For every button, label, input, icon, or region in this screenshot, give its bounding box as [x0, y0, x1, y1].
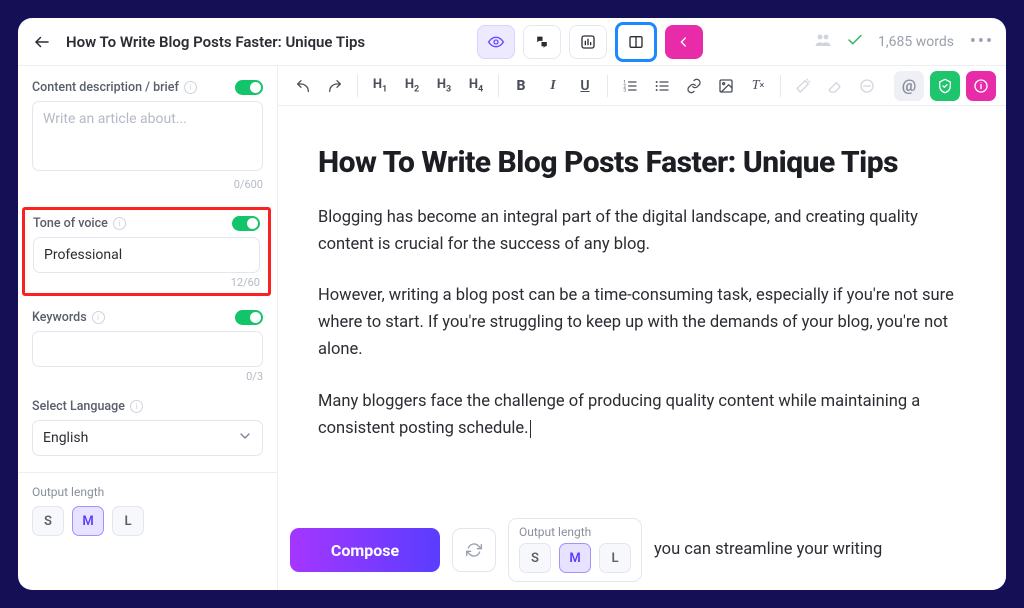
content-brief-field: Content description / brief i 0/600 — [32, 80, 263, 191]
tone-input[interactable] — [33, 237, 260, 273]
heading-1-button[interactable]: H1 — [365, 71, 395, 101]
compose-bar: Compose Output length S M L you can stre… — [278, 510, 1006, 590]
language-value: English — [43, 430, 88, 446]
tone-toggle[interactable] — [232, 216, 260, 231]
output-length-label: Output length — [32, 485, 263, 499]
analytics-button[interactable] — [569, 25, 607, 59]
heading-2-button[interactable]: H2 — [397, 71, 427, 101]
info-icon[interactable]: i — [92, 311, 105, 324]
doc-paragraph: However, writing a blog post can be a ti… — [318, 282, 966, 364]
image-button[interactable] — [711, 71, 741, 101]
italic-button[interactable]: I — [538, 71, 568, 101]
language-select[interactable]: English — [32, 420, 263, 456]
language-field: Select Language i English — [32, 399, 263, 456]
ai-mode-button[interactable] — [665, 25, 703, 59]
tone-highlight-box: Tone of voice i 12/60 — [22, 207, 271, 296]
comments-button[interactable] — [523, 25, 561, 59]
link-button[interactable] — [679, 71, 709, 101]
preview-button[interactable] — [477, 25, 515, 59]
keywords-label: Keywords — [32, 310, 87, 325]
info-icon[interactable]: i — [130, 400, 143, 413]
info-icon[interactable]: i — [113, 217, 126, 230]
keywords-toggle[interactable] — [235, 310, 263, 325]
doc-paragraph: Many bloggers face the challenge of prod… — [318, 388, 966, 442]
topbar: How To Write Blog Posts Faster: Unique T… — [18, 18, 1006, 66]
heading-3-button[interactable]: H3 — [429, 71, 459, 101]
heading-4-button[interactable]: H4 — [461, 71, 491, 101]
compose-button[interactable]: Compose — [290, 528, 440, 572]
word-count: 1,685 words — [878, 34, 954, 50]
unordered-list-button[interactable] — [647, 71, 677, 101]
page-title: How To Write Blog Posts Faster: Unique T… — [66, 33, 365, 51]
body-split: Content description / brief i 0/600 Tone… — [18, 66, 1006, 590]
tone-label: Tone of voice — [33, 216, 108, 231]
keywords-field: Keywords i 0/3 — [32, 310, 263, 383]
topbar-center-group — [477, 22, 703, 62]
compose-olen-label: Output length — [519, 525, 631, 539]
collaborators-icon[interactable] — [814, 31, 832, 53]
doc-tail-text: you can streamline your writing — [654, 536, 882, 563]
svg-text:3: 3 — [623, 87, 626, 93]
content-brief-counter: 0/600 — [32, 178, 263, 191]
compose-output-length: Output length S M L — [508, 518, 642, 582]
sidebar: Content description / brief i 0/600 Tone… — [18, 66, 278, 590]
language-label: Select Language — [32, 399, 125, 414]
refresh-button[interactable] — [452, 528, 496, 572]
status-check-icon — [846, 31, 864, 53]
output-length-s[interactable]: S — [32, 506, 64, 536]
mention-button[interactable]: @ — [894, 71, 924, 101]
more-menu-button[interactable]: ••• — [968, 31, 996, 52]
redo-button[interactable] — [320, 71, 350, 101]
eraser-button — [820, 71, 850, 101]
info-icon[interactable]: i — [184, 81, 197, 94]
tone-counter: 12/60 — [33, 276, 260, 289]
bold-button[interactable]: B — [506, 71, 536, 101]
underline-button[interactable]: U — [570, 71, 600, 101]
editor-column: H1 H2 H3 H4 B I U 123 T× @ — [278, 66, 1006, 590]
shield-check-button[interactable] — [930, 71, 960, 101]
output-length-field: Output length S M L — [32, 485, 263, 536]
compose-olen-m[interactable]: M — [559, 543, 591, 573]
formatting-toolbar: H1 H2 H3 H4 B I U 123 T× @ — [278, 66, 1006, 106]
compose-olen-s[interactable]: S — [519, 543, 551, 573]
keywords-input[interactable] — [32, 331, 263, 367]
content-brief-toggle[interactable] — [235, 80, 263, 95]
compose-olen-l[interactable]: L — [599, 543, 631, 573]
output-length-l[interactable]: L — [112, 506, 144, 536]
ordered-list-button[interactable]: 123 — [615, 71, 645, 101]
doc-paragraph: Blogging has become an integral part of … — [318, 204, 966, 258]
app-window: How To Write Blog Posts Faster: Unique T… — [18, 18, 1006, 590]
sidebar-divider — [18, 472, 277, 473]
crop-button — [852, 71, 882, 101]
undo-button[interactable] — [288, 71, 318, 101]
content-brief-label: Content description / brief — [32, 80, 179, 95]
output-length-m[interactable]: M — [72, 506, 104, 536]
split-view-button[interactable] — [615, 22, 657, 62]
clear-format-button[interactable]: T× — [743, 71, 773, 101]
keywords-counter: 0/3 — [32, 370, 263, 383]
text-cursor — [530, 420, 531, 438]
back-button[interactable] — [28, 28, 56, 56]
doc-heading: How To Write Blog Posts Faster: Unique T… — [318, 144, 966, 182]
magic-wand-button — [788, 71, 818, 101]
info-pink-button[interactable] — [966, 71, 996, 101]
content-brief-input[interactable] — [32, 101, 263, 171]
